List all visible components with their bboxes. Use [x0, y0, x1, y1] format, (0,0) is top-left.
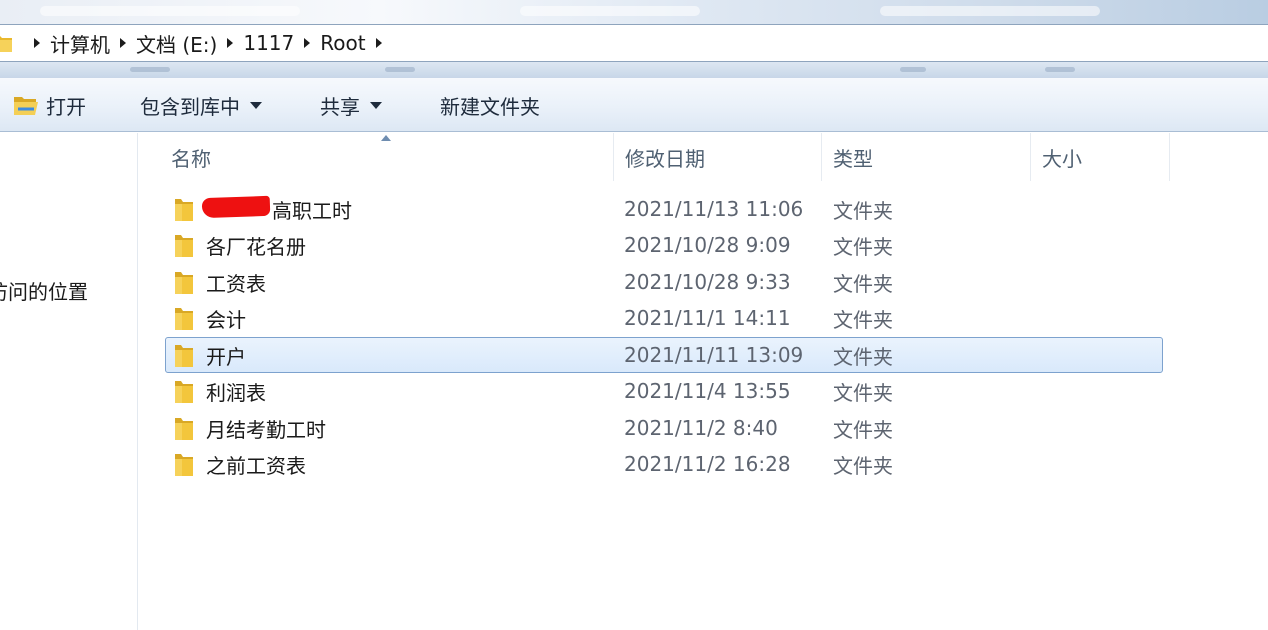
folder-icon	[175, 308, 193, 330]
file-name: 会计	[206, 307, 246, 332]
chevron-down-icon	[250, 101, 262, 109]
file-type: 文件夹	[833, 380, 893, 405]
column-header-size-label: 大小	[1042, 146, 1082, 171]
file-name: 开户	[206, 344, 246, 369]
file-name: 月结考勤工时	[206, 417, 326, 442]
new-folder-button[interactable]: 新建文件夹	[440, 91, 540, 119]
file-type: 文件夹	[833, 198, 893, 223]
file-row[interactable]: 会计 2021/11/1 14:11 文件夹	[165, 300, 1163, 336]
breadcrumb-folder-root[interactable]: Root	[320, 31, 371, 55]
open-label: 打开	[46, 94, 86, 119]
command-toolbar: 打开 包含到库中 共享 新建文件夹	[0, 78, 1268, 132]
band-smudge	[1045, 67, 1075, 72]
column-header-type-label: 类型	[833, 146, 873, 171]
column-divider[interactable]	[1030, 133, 1031, 181]
include-in-library-label: 包含到库中	[140, 94, 240, 119]
file-type: 文件夹	[833, 271, 893, 296]
open-button[interactable]: 打开	[12, 91, 86, 119]
folder-icon	[175, 235, 193, 257]
chevron-right-icon[interactable]	[227, 38, 234, 48]
file-modified: 2021/11/11 13:09	[624, 343, 804, 367]
file-type: 文件夹	[833, 453, 893, 478]
address-bar[interactable]: 计算机 文档 (E:) 1117 Root	[0, 24, 1268, 62]
breadcrumb-folder-1117[interactable]: 1117	[243, 31, 300, 55]
file-row[interactable]: 利润表 2021/11/4 13:55 文件夹	[165, 373, 1163, 409]
column-divider[interactable]	[821, 133, 822, 181]
band-smudge	[385, 67, 415, 72]
folder-icon	[175, 199, 193, 221]
column-header-modified-label: 修改日期	[625, 146, 705, 171]
chevron-right-icon[interactable]	[34, 38, 40, 48]
file-modified: 2021/11/4 13:55	[624, 379, 791, 403]
file-row[interactable]: 工资表 2021/10/28 9:33 文件夹	[165, 264, 1163, 300]
chevron-right-icon[interactable]	[120, 38, 126, 48]
file-modified: 2021/11/2 8:40	[624, 416, 778, 440]
share-button[interactable]: 共享	[320, 91, 382, 119]
file-name: 各厂花名册	[206, 234, 306, 259]
file-row[interactable]: 月结考勤工时 2021/11/2 8:40 文件夹	[165, 410, 1163, 446]
file-row[interactable]: 各厂花名册 2021/10/28 9:09 文件夹	[165, 227, 1163, 263]
file-type: 文件夹	[833, 307, 893, 332]
file-row[interactable]: 之前工资表 2021/11/2 16:28 文件夹	[165, 446, 1163, 482]
breadcrumb-drive[interactable]: 文档 (E:)	[136, 29, 223, 58]
column-divider[interactable]	[613, 133, 614, 181]
redaction-mark	[201, 195, 271, 219]
column-header-size[interactable]: 大小	[1032, 133, 1168, 181]
column-divider[interactable]	[1169, 133, 1170, 181]
band-smudge	[900, 67, 926, 72]
chevron-right-icon[interactable]	[304, 38, 311, 48]
file-name: 工资表	[206, 271, 266, 296]
title-bar-glow	[40, 6, 300, 16]
title-bar-glow	[880, 6, 1100, 16]
new-folder-label: 新建文件夹	[440, 94, 540, 119]
file-modified: 2021/11/1 14:11	[624, 306, 791, 330]
file-modified: 2021/11/2 16:28	[624, 452, 791, 476]
file-row-selected[interactable]: 开户 2021/11/11 13:09 文件夹	[165, 337, 1163, 373]
column-header-name-label: 名称	[171, 146, 211, 171]
folder-icon	[175, 345, 193, 367]
column-header-modified[interactable]: 修改日期	[615, 133, 821, 181]
file-type: 文件夹	[833, 344, 893, 369]
open-folder-icon	[14, 97, 38, 115]
file-modified: 2021/10/28 9:09	[624, 233, 791, 257]
chevron-right-icon[interactable]	[375, 38, 382, 48]
file-name-label: 高职工时	[272, 198, 352, 223]
breadcrumb-computer[interactable]: 计算机	[50, 29, 116, 58]
sort-ascending-icon	[381, 135, 391, 141]
title-bar-glow	[520, 6, 700, 16]
share-label: 共享	[320, 94, 360, 119]
file-modified: 2021/10/28 9:33	[624, 270, 791, 294]
breadcrumb: 计算机 文档 (E:) 1117 Root	[30, 25, 392, 61]
folder-icon	[175, 272, 193, 294]
column-header-type[interactable]: 类型	[823, 133, 1029, 181]
file-type: 文件夹	[833, 234, 893, 259]
file-row[interactable]: 高职工时 2021/11/13 11:06 文件夹	[165, 191, 1163, 227]
chevron-down-icon	[370, 101, 382, 109]
include-in-library-button[interactable]: 包含到库中	[140, 91, 262, 119]
band-smudge	[130, 67, 170, 72]
file-type: 文件夹	[833, 417, 893, 442]
folder-icon	[175, 381, 193, 403]
file-modified: 2021/11/13 11:06	[624, 197, 804, 221]
folder-icon	[175, 418, 193, 440]
nav-item-recent-places[interactable]: 访问的位置	[0, 276, 88, 305]
address-toolbar-divider	[0, 62, 1268, 78]
folder-icon	[0, 36, 12, 52]
file-name: 之前工资表	[206, 453, 306, 478]
navigation-pane: 访问的位置	[0, 133, 138, 630]
folder-icon	[175, 454, 193, 476]
file-list: 名称 修改日期 类型 大小 高职工时 2021/11/13 11:06 文件夹	[139, 133, 1268, 630]
window-title-bar	[0, 0, 1268, 24]
file-name: 利润表	[206, 380, 266, 405]
